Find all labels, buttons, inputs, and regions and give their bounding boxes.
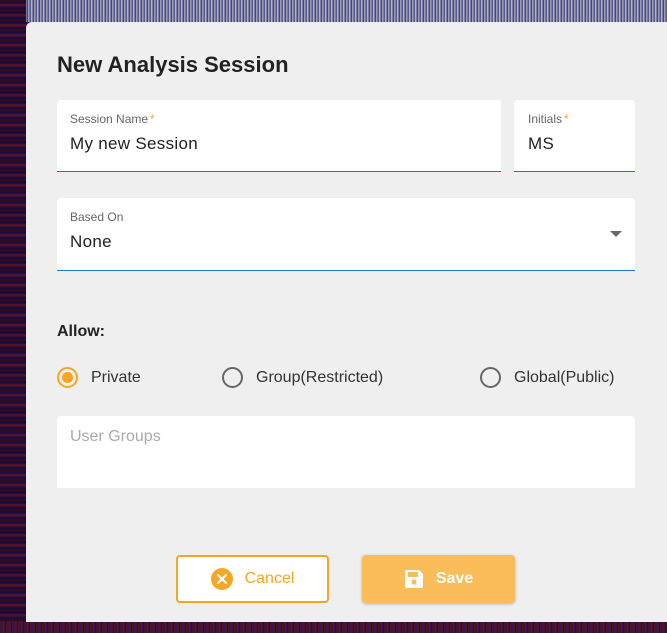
background-plot-left (0, 0, 26, 633)
background-plot-top (0, 0, 667, 22)
dropdown-arrow-icon[interactable] (610, 231, 622, 237)
cancel-label: Cancel (244, 570, 295, 587)
required-mark: * (564, 112, 569, 126)
initials-field[interactable]: Initials * MS (514, 100, 635, 172)
cancel-button[interactable]: Cancel (176, 555, 329, 603)
session-name-label: Session Name * (70, 112, 155, 126)
user-groups-placeholder: User Groups (70, 428, 161, 445)
radio-group-restricted[interactable]: Group(Restricted) (222, 367, 383, 388)
save-floppy-icon (404, 569, 424, 589)
radio-global-public[interactable]: Global(Public) (480, 367, 614, 388)
new-session-dialog: New Analysis Session Session Name * My ne… (26, 22, 667, 622)
based-on-value: None (70, 232, 112, 251)
based-on-label: Based On (70, 210, 124, 224)
save-label: Save (435, 570, 474, 587)
session-name-field[interactable]: Session Name * My new Session (57, 100, 501, 172)
initials-label: Initials * (528, 112, 569, 126)
save-button[interactable]: Save (362, 555, 515, 603)
cancel-circle-icon (210, 568, 233, 590)
radio-group-label: Group(Restricted) (256, 368, 384, 386)
required-mark: * (150, 112, 155, 126)
radio-unchecked-icon[interactable] (480, 367, 501, 388)
allow-label: Allow: (57, 323, 105, 340)
dialog-title: New Analysis Session (57, 52, 289, 77)
radio-global-label: Global(Public) (514, 368, 615, 386)
background-plot-bottom (0, 621, 667, 633)
radio-private-label: Private (91, 368, 141, 386)
session-name-value[interactable]: My new Session (70, 134, 198, 154)
radio-checked-icon[interactable] (57, 367, 78, 388)
initials-value[interactable]: MS (528, 134, 554, 154)
radio-unchecked-icon[interactable] (222, 367, 243, 388)
based-on-select[interactable]: Based On None (57, 198, 635, 271)
user-groups-input[interactable]: User Groups (57, 416, 635, 488)
radio-private[interactable]: Private (57, 367, 141, 388)
